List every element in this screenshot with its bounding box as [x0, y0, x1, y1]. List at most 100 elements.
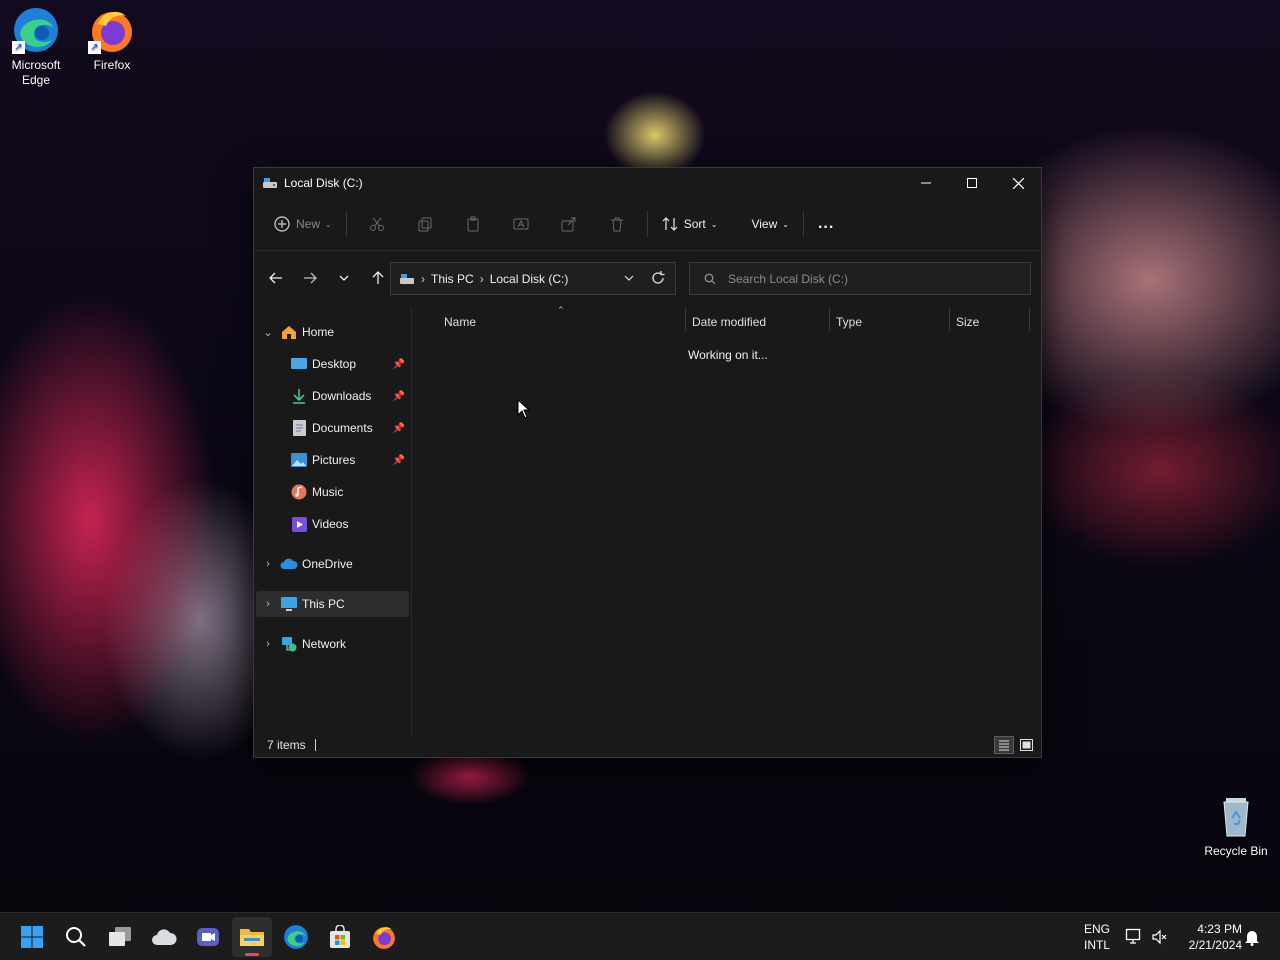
breadcrumb-local-disk[interactable]: Local Disk (C:): [490, 272, 569, 286]
task-view-button[interactable]: [100, 917, 140, 957]
sidebar-item-label: Network: [302, 637, 347, 651]
drive-icon: [263, 178, 277, 188]
sidebar-item-home[interactable]: ⌄ Home: [256, 319, 409, 345]
column-divider[interactable]: [1029, 307, 1030, 331]
minimize-button[interactable]: [903, 168, 949, 198]
desktop-shortcut-label: Firefox: [93, 58, 131, 72]
sidebar-item-label: Home: [302, 325, 335, 339]
sidebar-item-downloads[interactable]: Downloads 📌: [256, 383, 409, 409]
file-list[interactable]: ⌃ Name Date modified Type Size Working o…: [414, 305, 1041, 735]
column-header-name[interactable]: Name: [444, 307, 684, 337]
sidebar-item-pictures[interactable]: Pictures 📌: [256, 447, 409, 473]
widgets-button[interactable]: [144, 917, 184, 957]
search-box[interactable]: [689, 262, 1031, 295]
maximize-icon: [967, 178, 977, 188]
expand-chevron-icon[interactable]: ›: [256, 558, 280, 570]
videos-icon: [290, 516, 308, 532]
start-button[interactable]: [12, 917, 52, 957]
sidebar-item-onedrive[interactable]: › OneDrive: [256, 551, 409, 577]
store-taskbar-button[interactable]: [320, 917, 360, 957]
download-icon: [290, 388, 308, 404]
forward-button[interactable]: [294, 262, 326, 294]
sidebar-item-videos[interactable]: Videos: [256, 511, 409, 537]
edge-icon: [284, 925, 308, 949]
drive-icon: [400, 273, 414, 284]
status-divider: [314, 739, 316, 751]
details-view-button[interactable]: [994, 736, 1014, 754]
pin-icon[interactable]: 📌: [393, 423, 405, 434]
maximize-button[interactable]: [949, 168, 995, 198]
expand-chevron-icon[interactable]: ›: [256, 598, 280, 610]
desktop-shortcut-firefox[interactable]: ↗ Firefox: [76, 6, 148, 73]
mouse-pointer-icon: [517, 399, 531, 419]
refresh-icon: [652, 271, 665, 284]
network-icon: [280, 636, 298, 652]
cloud-icon: [280, 556, 298, 572]
firefox-taskbar-button[interactable]: [364, 917, 404, 957]
pin-icon[interactable]: 📌: [393, 359, 405, 370]
desktop-shortcut-edge[interactable]: ↗ Microsoft Edge: [0, 6, 72, 88]
search-icon: [704, 273, 716, 284]
address-bar[interactable]: › This PC › Local Disk (C:): [390, 262, 676, 295]
sort-button[interactable]: Sort ⌄: [654, 208, 726, 240]
sidebar-item-label: Videos: [312, 517, 349, 531]
shortcut-arrow-icon: ↗: [12, 41, 25, 54]
delete-button[interactable]: [593, 208, 641, 240]
view-button-label: View: [751, 217, 778, 231]
refresh-button[interactable]: [651, 271, 665, 288]
column-header-size[interactable]: Size: [956, 307, 1028, 337]
address-history-button[interactable]: [623, 272, 635, 287]
sidebar-item-label: OneDrive: [302, 557, 353, 571]
collapse-chevron-icon[interactable]: ⌄: [256, 326, 280, 339]
file-explorer-taskbar-button[interactable]: [232, 917, 272, 957]
search-icon: [66, 927, 86, 947]
toolbar-divider: [802, 211, 804, 237]
close-button[interactable]: [995, 168, 1041, 198]
recent-locations-button[interactable]: [328, 262, 360, 294]
title-bar[interactable]: Local Disk (C:): [254, 168, 1041, 198]
tiles-view-button[interactable]: [1016, 736, 1036, 754]
pin-icon[interactable]: 📌: [393, 455, 405, 466]
sidebar-item-label: Downloads: [312, 389, 372, 403]
view-button[interactable]: View ⌄: [737, 208, 797, 240]
column-header-date-modified[interactable]: Date modified: [692, 307, 828, 337]
cut-button[interactable]: [353, 208, 401, 240]
sidebar-item-documents[interactable]: Documents 📌: [256, 415, 409, 441]
back-button[interactable]: [260, 262, 292, 294]
new-button[interactable]: New ⌄: [266, 208, 340, 240]
edge-taskbar-button[interactable]: [276, 917, 316, 957]
column-header-type[interactable]: Type: [836, 307, 948, 337]
chevron-down-icon: ⌄: [325, 219, 332, 229]
search-input[interactable]: [728, 271, 1008, 286]
more-options-button[interactable]: ...: [810, 208, 842, 240]
task-view-icon: [109, 927, 131, 946]
pin-icon[interactable]: 📌: [393, 391, 405, 402]
firefox-icon: ↗: [88, 6, 136, 54]
sidebar-item-this-pc[interactable]: › This PC: [256, 591, 409, 617]
notifications-button[interactable]: [1244, 928, 1260, 949]
sidebar-item-desktop[interactable]: Desktop 📌: [256, 351, 409, 377]
column-divider[interactable]: [829, 307, 830, 331]
sidebar-item-music[interactable]: Music: [256, 479, 409, 505]
volume-button[interactable]: [1151, 928, 1169, 949]
taskbar-search-button[interactable]: [56, 917, 96, 957]
breadcrumb-this-pc[interactable]: This PC: [431, 272, 474, 286]
rename-button[interactable]: [497, 208, 545, 240]
desktop-shortcut-recycle-bin[interactable]: Recycle Bin: [1200, 792, 1272, 859]
paste-button[interactable]: [449, 208, 497, 240]
clock[interactable]: 4:23 PM 2/21/2024: [1178, 921, 1242, 953]
sidebar-item-label: Documents: [312, 421, 373, 435]
share-button[interactable]: [545, 208, 593, 240]
column-divider[interactable]: [685, 307, 686, 331]
network-status-button[interactable]: [1125, 928, 1143, 949]
copy-button[interactable]: [401, 208, 449, 240]
expand-chevron-icon[interactable]: ›: [256, 638, 280, 650]
teams-chat-button[interactable]: [188, 917, 228, 957]
keyboard-layout: INTL: [1083, 938, 1110, 952]
column-divider[interactable]: [949, 307, 950, 331]
sidebar-item-label: Music: [312, 485, 344, 499]
sidebar-item-network[interactable]: › Network: [256, 631, 409, 657]
input-language-indicator[interactable]: ENG INTL: [1080, 921, 1114, 953]
sort-button-label: Sort: [683, 217, 706, 231]
scissors-icon: [369, 217, 384, 231]
